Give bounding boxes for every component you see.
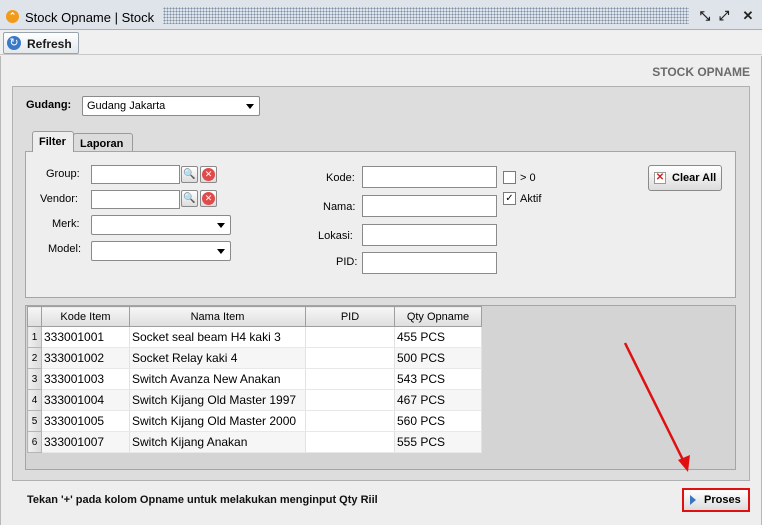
cell-qty[interactable]: 543 PCS [394,368,482,390]
cell-qty[interactable]: 455 PCS [394,326,482,348]
cell-kode[interactable]: 333001003 [41,368,130,390]
cell-pid[interactable] [305,410,395,432]
gt-zero-checkbox[interactable] [503,171,516,184]
cell-qty[interactable]: 555 PCS [394,431,482,453]
lokasi-label: Lokasi: [318,230,353,242]
refresh-label: Refresh [27,37,72,51]
cell-qty[interactable]: 467 PCS [394,389,482,411]
gudang-label: Gudang: [26,99,72,111]
vendor-input[interactable] [91,190,180,209]
table-row[interactable]: 5 333001005 Switch Kijang Old Master 200… [27,410,482,432]
cell-nama[interactable]: Switch Kijang Old Master 2000 [129,410,306,432]
pid-input[interactable] [362,252,497,274]
merk-select[interactable] [91,215,231,235]
chevron-down-icon [246,104,254,109]
vendor-clear-button[interactable]: ✕ [200,190,217,207]
cell-kode[interactable]: 333001007 [41,431,130,453]
page-title: STOCK OPNAME [652,65,750,79]
table-row[interactable]: 4 333001004 Switch Kijang Old Master 199… [27,389,482,411]
cell-pid[interactable] [305,389,395,411]
cell-pid[interactable] [305,347,395,369]
chevron-down-icon [217,223,225,228]
row-number: 2 [27,347,42,369]
clear-icon: ✕ [654,172,666,184]
table-row[interactable]: 1 333001001 Socket seal beam H4 kaki 3 4… [27,326,482,348]
kode-label: Kode: [326,172,355,184]
close-icon[interactable]: ✕ [740,8,756,24]
cell-kode[interactable]: 333001001 [41,326,130,348]
group-search-button[interactable]: 🔍 [181,166,198,183]
cell-kode[interactable]: 333001005 [41,410,130,432]
column-header-qty-opname[interactable]: Qty Opname [394,306,482,327]
cell-qty[interactable]: 560 PCS [394,410,482,432]
table-row[interactable]: 2 333001002 Socket Relay kaki 4 500 PCS [27,347,482,369]
nama-label: Nama: [323,201,356,213]
stock-table: Kode Item Nama Item PID Qty Opname 1 333… [27,306,482,453]
table-row[interactable]: 3 333001003 Switch Avanza New Anakan 543… [27,368,482,390]
kode-input[interactable] [362,166,497,188]
window-title: Stock Opname | Stock [25,10,155,25]
aktif-checkbox[interactable]: ✓ [503,192,516,205]
cell-kode[interactable]: 333001002 [41,347,130,369]
model-select[interactable] [91,241,231,261]
toolbar: ↻ Refresh [0,31,762,55]
merk-label: Merk: [52,218,80,230]
table-row[interactable]: 6 333001007 Switch Kijang Anakan 555 PCS [27,431,482,453]
row-number: 4 [27,389,42,411]
cell-nama[interactable]: Switch Kijang Anakan [129,431,306,453]
vendor-label: Vendor: [40,193,78,205]
minimize-icon[interactable]: ⤡ [697,8,713,24]
gt-zero-label: > 0 [520,172,536,184]
proses-label: Proses [704,494,741,506]
tab-laporan[interactable]: Laporan [73,133,133,153]
cell-kode[interactable]: 333001004 [41,389,130,411]
cell-nama[interactable]: Socket Relay kaki 4 [129,347,306,369]
cell-nama[interactable]: Switch Avanza New Anakan [129,368,306,390]
nama-input[interactable] [362,195,497,217]
gudang-select[interactable]: Gudang Jakarta [82,96,260,116]
maximize-icon[interactable]: ⤢ [716,8,732,24]
gudang-select-value: Gudang Jakarta [87,100,166,112]
check-icon: ✓ [505,193,514,204]
cell-nama[interactable]: Socket seal beam H4 kaki 3 [129,326,306,348]
aktif-label: Aktif [520,193,542,205]
cell-pid[interactable] [305,326,395,348]
proses-button[interactable]: Proses [682,488,750,512]
clear-icon: ✕ [202,192,215,205]
table-corner [27,306,42,327]
tab-filter[interactable]: Filter [32,131,74,152]
group-label: Group: [46,168,80,180]
model-label: Model: [48,243,82,255]
clear-icon: ✕ [202,168,215,181]
vendor-search-button[interactable]: 🔍 [181,190,198,207]
instruction-note: Tekan '+' pada kolom Opname untuk melaku… [27,494,378,506]
play-icon [690,495,696,505]
search-icon: 🔍 [183,169,196,180]
column-header-kode-item[interactable]: Kode Item [41,306,130,327]
cell-qty[interactable]: 500 PCS [394,347,482,369]
cell-pid[interactable] [305,368,395,390]
row-number: 1 [27,326,42,348]
refresh-button[interactable]: ↻ Refresh [3,32,79,54]
row-number: 6 [27,431,42,453]
group-clear-button[interactable]: ✕ [200,166,217,183]
row-number: 3 [27,368,42,390]
row-number: 5 [27,410,42,432]
cell-nama[interactable]: Switch Kijang Old Master 1997 [129,389,306,411]
clear-all-label: Clear All [672,172,717,184]
refresh-icon: ↻ [7,36,21,50]
cell-pid[interactable] [305,431,395,453]
app-icon: ⌃ [6,10,19,23]
column-header-nama-item[interactable]: Nama Item [129,306,306,327]
column-header-pid[interactable]: PID [305,306,395,327]
group-input[interactable] [91,165,180,184]
titlebar-pattern [163,7,689,24]
search-icon: 🔍 [183,193,196,204]
chevron-down-icon [217,249,225,254]
lokasi-input[interactable] [362,224,497,246]
clear-all-button[interactable]: ✕ Clear All [648,165,722,191]
pid-label: PID: [336,256,358,268]
